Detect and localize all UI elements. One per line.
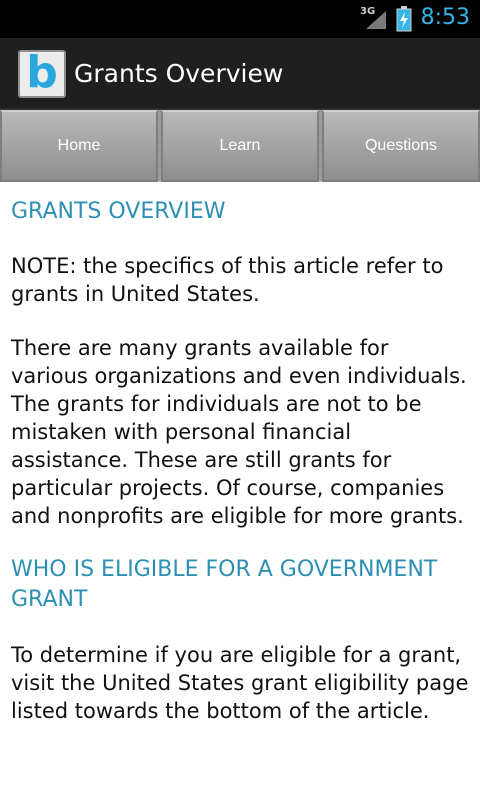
article-subheading: WHO IS ELIGIBLE FOR A GOVERNMENT GRANT [11,557,438,612]
battery-icon [396,6,412,32]
tab-questions[interactable]: Questions [322,110,480,182]
article-paragraph: There are many grants available for vari… [11,336,467,528]
action-bar: b Grants Overview [0,38,480,110]
tab-learn[interactable]: Learn [161,110,319,182]
article-note: NOTE: the specifics of this article refe… [11,254,444,306]
tab-bar: Home Learn Questions [0,110,480,182]
tab-home[interactable]: Home [0,110,158,182]
signal-icon [366,11,386,29]
article-content: GRANTS OVERVIEW NOTE: the specifics of t… [11,182,471,800]
app-logo-letter: b [26,47,58,98]
article-paragraph-eligibility: To determine if you are eligible for a g… [11,643,469,723]
app-logo-icon[interactable]: b [18,50,66,98]
clock: 8:53 [420,5,470,30]
article-heading: GRANTS OVERVIEW [11,199,226,224]
status-bar: 3G 8:53 [0,0,480,38]
page-title: Grants Overview [74,59,284,88]
